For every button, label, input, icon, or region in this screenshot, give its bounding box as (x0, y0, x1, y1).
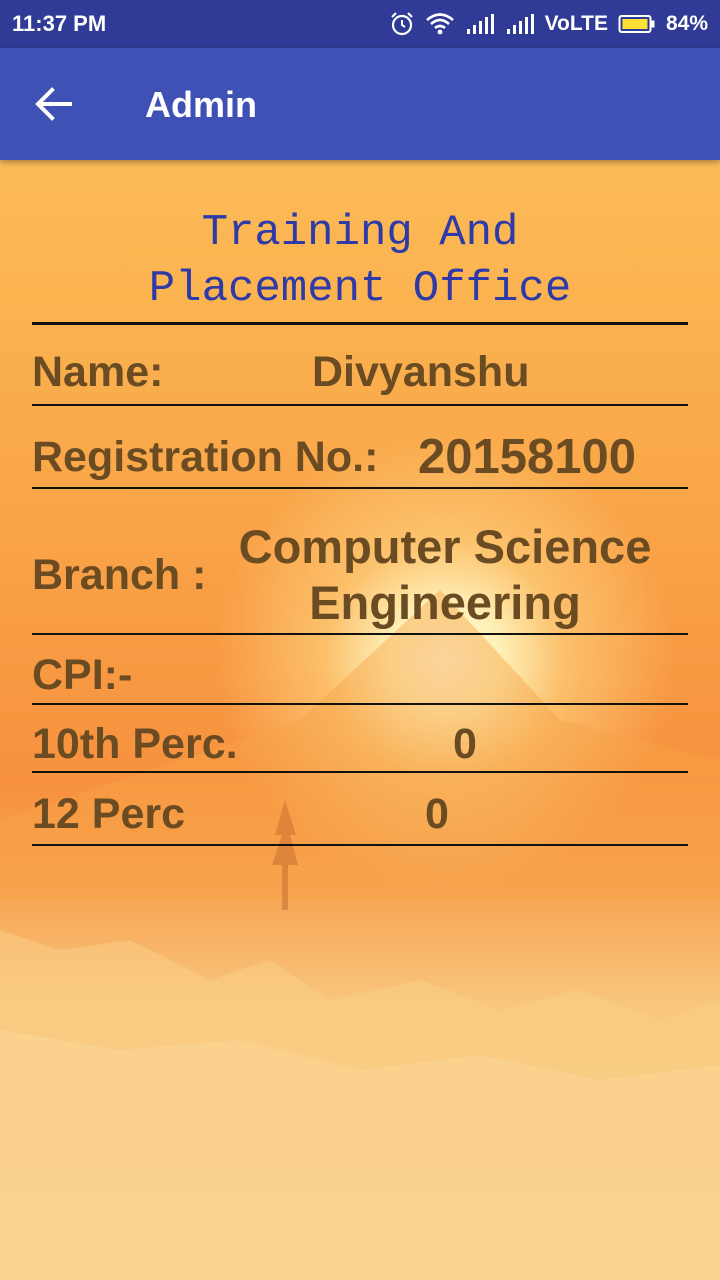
sunset-background (0, 0, 720, 1280)
branch-value: Computer Science Engineering (220, 519, 670, 631)
row-divider (32, 771, 688, 773)
page-title-line2: Placement Office (148, 264, 572, 314)
app-bar: Admin (0, 48, 720, 160)
signal-icon (506, 14, 534, 34)
status-time: 11:37 PM (12, 11, 107, 36)
row-divider (32, 487, 688, 489)
signal-icon (466, 14, 494, 34)
branch-value-line1: Computer Science (238, 520, 652, 573)
twelfth-perc-label: 12 Perc (32, 790, 186, 838)
network-type: VoLTE (544, 12, 608, 35)
tenth-perc-label: 10th Perc. (32, 720, 238, 768)
status-icons: VoLTE 84% (389, 9, 708, 39)
app-bar-title: Admin (145, 84, 257, 125)
status-bar: 11:37 PM VoLTE 84% (0, 0, 720, 48)
tenth-perc-value: 0 (453, 720, 477, 768)
name-label: Name: (32, 348, 164, 396)
alarm-icon (390, 12, 413, 36)
name-value: Divyanshu (312, 348, 530, 396)
row-divider (32, 633, 688, 635)
battery-percent: 84% (665, 12, 708, 35)
registration-label: Registration No.: (32, 433, 379, 481)
row-divider (32, 844, 688, 846)
row-divider (32, 404, 688, 406)
registration-value: 20158100 (418, 430, 637, 484)
page-title: Training And Placement Office (0, 205, 720, 317)
battery-icon (618, 15, 655, 33)
cpi-label: CPI:- (32, 651, 133, 699)
wifi-icon (425, 13, 454, 35)
page-title-line1: Training And (201, 208, 519, 258)
branch-value-line2: Engineering (309, 576, 581, 629)
row-divider (32, 703, 688, 705)
arrow-left-icon[interactable] (34, 86, 74, 122)
title-divider (32, 322, 688, 325)
branch-label: Branch : (32, 551, 207, 599)
twelfth-perc-value: 0 (425, 790, 449, 838)
